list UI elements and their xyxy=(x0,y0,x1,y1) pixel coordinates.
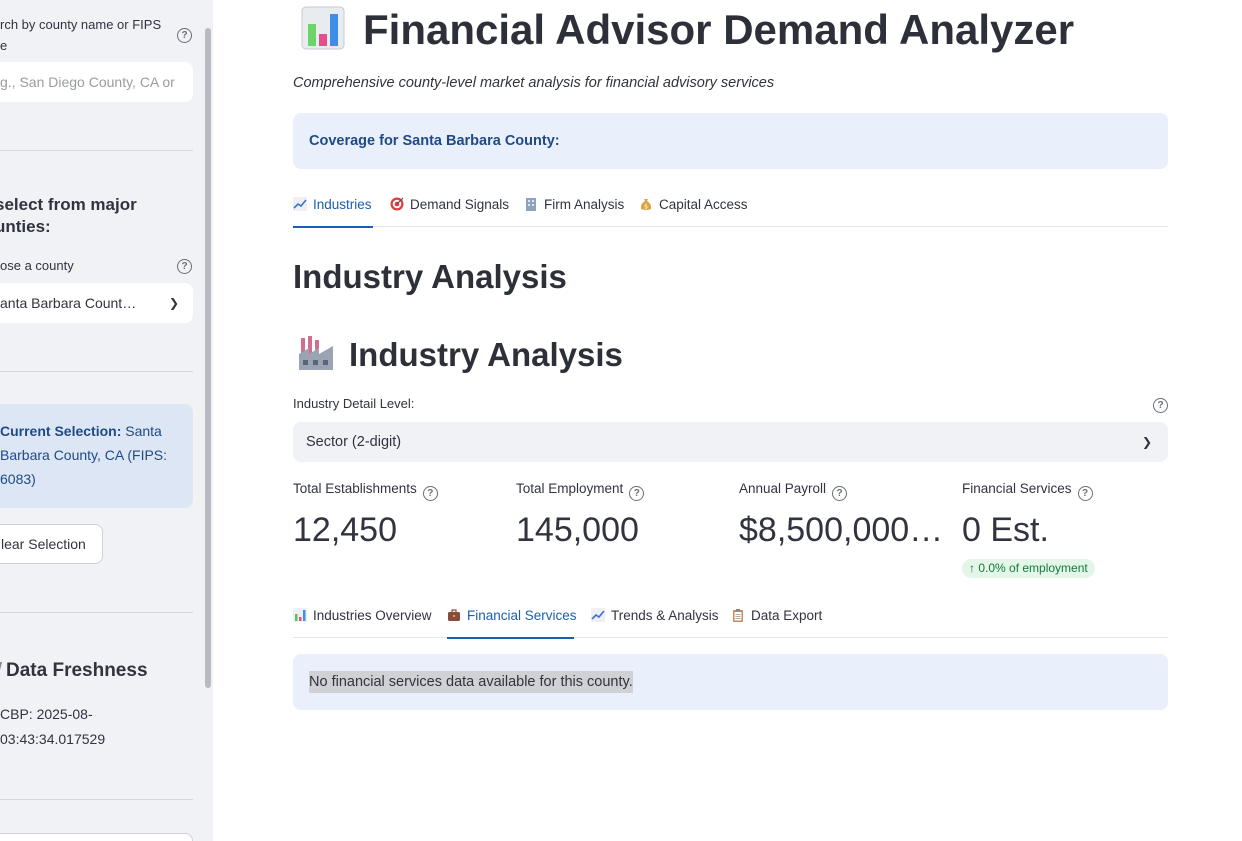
metric-label: Total Employment xyxy=(516,481,624,496)
tab-industries[interactable]: Industries xyxy=(293,193,373,228)
help-icon[interactable]: ? xyxy=(629,486,645,501)
notice-text: No financial services data available for… xyxy=(309,671,633,693)
main-tab-bar: Industries Demand Signals Firm Analysis … xyxy=(293,193,1168,228)
target-icon xyxy=(390,197,404,211)
detail-level-value: Sector (2-digit) xyxy=(306,434,402,450)
factory-icon xyxy=(299,336,333,370)
sidebar: rch by county name or FIPS e ? g., San D… xyxy=(0,0,213,841)
section-heading: Industry Analysis xyxy=(293,258,567,295)
metric-delta: ↑ 0.0% of employment xyxy=(962,559,1095,578)
help-icon[interactable]: ? xyxy=(177,259,192,274)
tab-firm-analysis[interactable]: Firm Analysis xyxy=(524,193,624,227)
data-freshness-title: Data Freshness xyxy=(0,660,148,682)
chevron-down-icon: ❯ xyxy=(168,296,179,310)
tab-industries-overview[interactable]: Industries Overview xyxy=(293,604,432,638)
metric-value: 145,000 xyxy=(516,511,639,549)
county-search-input[interactable]: g., San Diego County, CA or xyxy=(0,62,193,102)
money-bag-icon: $ xyxy=(640,199,652,211)
metric-value: 12,450 xyxy=(293,511,397,549)
county-select-value: anta Barbara Count… xyxy=(0,295,137,311)
help-icon[interactable]: ? xyxy=(1077,486,1093,501)
selection-prefix: Current Selection: xyxy=(0,423,122,439)
tab-capital-access[interactable]: $ Capital Access xyxy=(639,193,748,227)
metric-total-establishments: Total Establishments? 12,450 xyxy=(293,480,503,555)
freshness-title-text: Data Freshness xyxy=(6,660,148,681)
chevron-down-icon: ❯ xyxy=(1141,435,1152,449)
tab-label: Industries Overview xyxy=(313,608,432,623)
chart-icon xyxy=(0,662,3,678)
arrow-up-icon: ↑ xyxy=(969,561,975,575)
detail-level-label: Industry Detail Level: xyxy=(293,396,415,411)
metric-label: Annual Payroll xyxy=(739,481,827,496)
tab-label: Trends & Analysis xyxy=(611,608,719,623)
tab-label: Capital Access xyxy=(659,197,748,212)
metric-delta-text: 0.0% of employment xyxy=(978,561,1088,575)
clear-selection-button[interactable]: lear Selection xyxy=(0,524,103,564)
divider xyxy=(0,612,193,613)
metric-annual-payroll: Annual Payroll? $8,500,000,000 xyxy=(739,480,949,555)
sidebar-scrollbar[interactable] xyxy=(205,28,211,688)
metric-value: 0 Est. xyxy=(962,511,1049,549)
chart-up-icon xyxy=(293,197,307,211)
bar-chart-icon xyxy=(301,6,345,50)
county-select[interactable]: anta Barbara Count… ❯ xyxy=(0,283,193,323)
divider xyxy=(0,371,193,372)
page-title: Financial Advisor Demand Analyzer xyxy=(293,2,1074,58)
search-label: rch by county name or FIPS e xyxy=(0,17,162,53)
industry-analysis-heading-text: Industry Analysis xyxy=(349,336,623,373)
sub-tab-bar: Industries Overview Financial Services T… xyxy=(293,604,1168,639)
no-data-notice: No financial services data available for… xyxy=(293,654,1168,710)
briefcase-icon xyxy=(448,609,460,621)
page-title-text: Financial Advisor Demand Analyzer xyxy=(363,6,1075,53)
choose-county-label: ose a county xyxy=(0,258,74,273)
tab-financial-services[interactable]: Financial Services xyxy=(447,604,577,639)
clipboard-icon xyxy=(733,609,743,622)
industry-analysis-heading: Industry Analysis xyxy=(293,334,623,374)
bar-chart-icon xyxy=(293,608,307,622)
metric-value: $8,500,000,000 xyxy=(739,511,944,549)
tab-data-export[interactable]: Data Export xyxy=(731,604,822,638)
select-heading: select from major unties: xyxy=(0,195,137,236)
metric-financial-services: Financial Services? 0 Est. ↑ 0.0% of emp… xyxy=(962,480,1172,578)
help-icon[interactable]: ? xyxy=(1153,398,1168,413)
sidebar-bottom-control[interactable] xyxy=(0,833,193,841)
help-icon[interactable]: ? xyxy=(422,486,438,501)
metric-label: Total Establishments xyxy=(293,481,417,496)
tab-label: Demand Signals xyxy=(410,197,510,212)
detail-level-select[interactable]: Sector (2-digit) ❯ xyxy=(293,422,1168,462)
divider xyxy=(0,799,193,800)
tab-label: Firm Analysis xyxy=(544,197,625,212)
tab-trends-analysis[interactable]: Trends & Analysis xyxy=(591,604,719,638)
tab-demand-signals[interactable]: Demand Signals xyxy=(390,193,509,227)
tab-label: Industries xyxy=(313,197,372,212)
chart-up-icon xyxy=(591,608,605,622)
office-building-icon xyxy=(526,198,536,211)
divider xyxy=(0,150,193,151)
metric-total-employment: Total Employment? 145,000 xyxy=(516,480,726,555)
current-selection-box: Current Selection: Santa Barbara County,… xyxy=(0,404,193,508)
help-icon[interactable]: ? xyxy=(832,486,848,501)
svg-text:$: $ xyxy=(644,204,648,211)
page-subtitle: Comprehensive county-level market analys… xyxy=(293,75,775,91)
freshness-text: CBP: 2025-08- 03:43:34.017529 xyxy=(0,706,106,747)
coverage-info: Coverage for Santa Barbara County: xyxy=(293,113,1168,169)
metric-label: Financial Services xyxy=(962,481,1072,496)
tab-label: Financial Services xyxy=(467,608,577,623)
tab-label: Data Export xyxy=(751,608,823,623)
help-icon[interactable]: ? xyxy=(177,28,192,43)
